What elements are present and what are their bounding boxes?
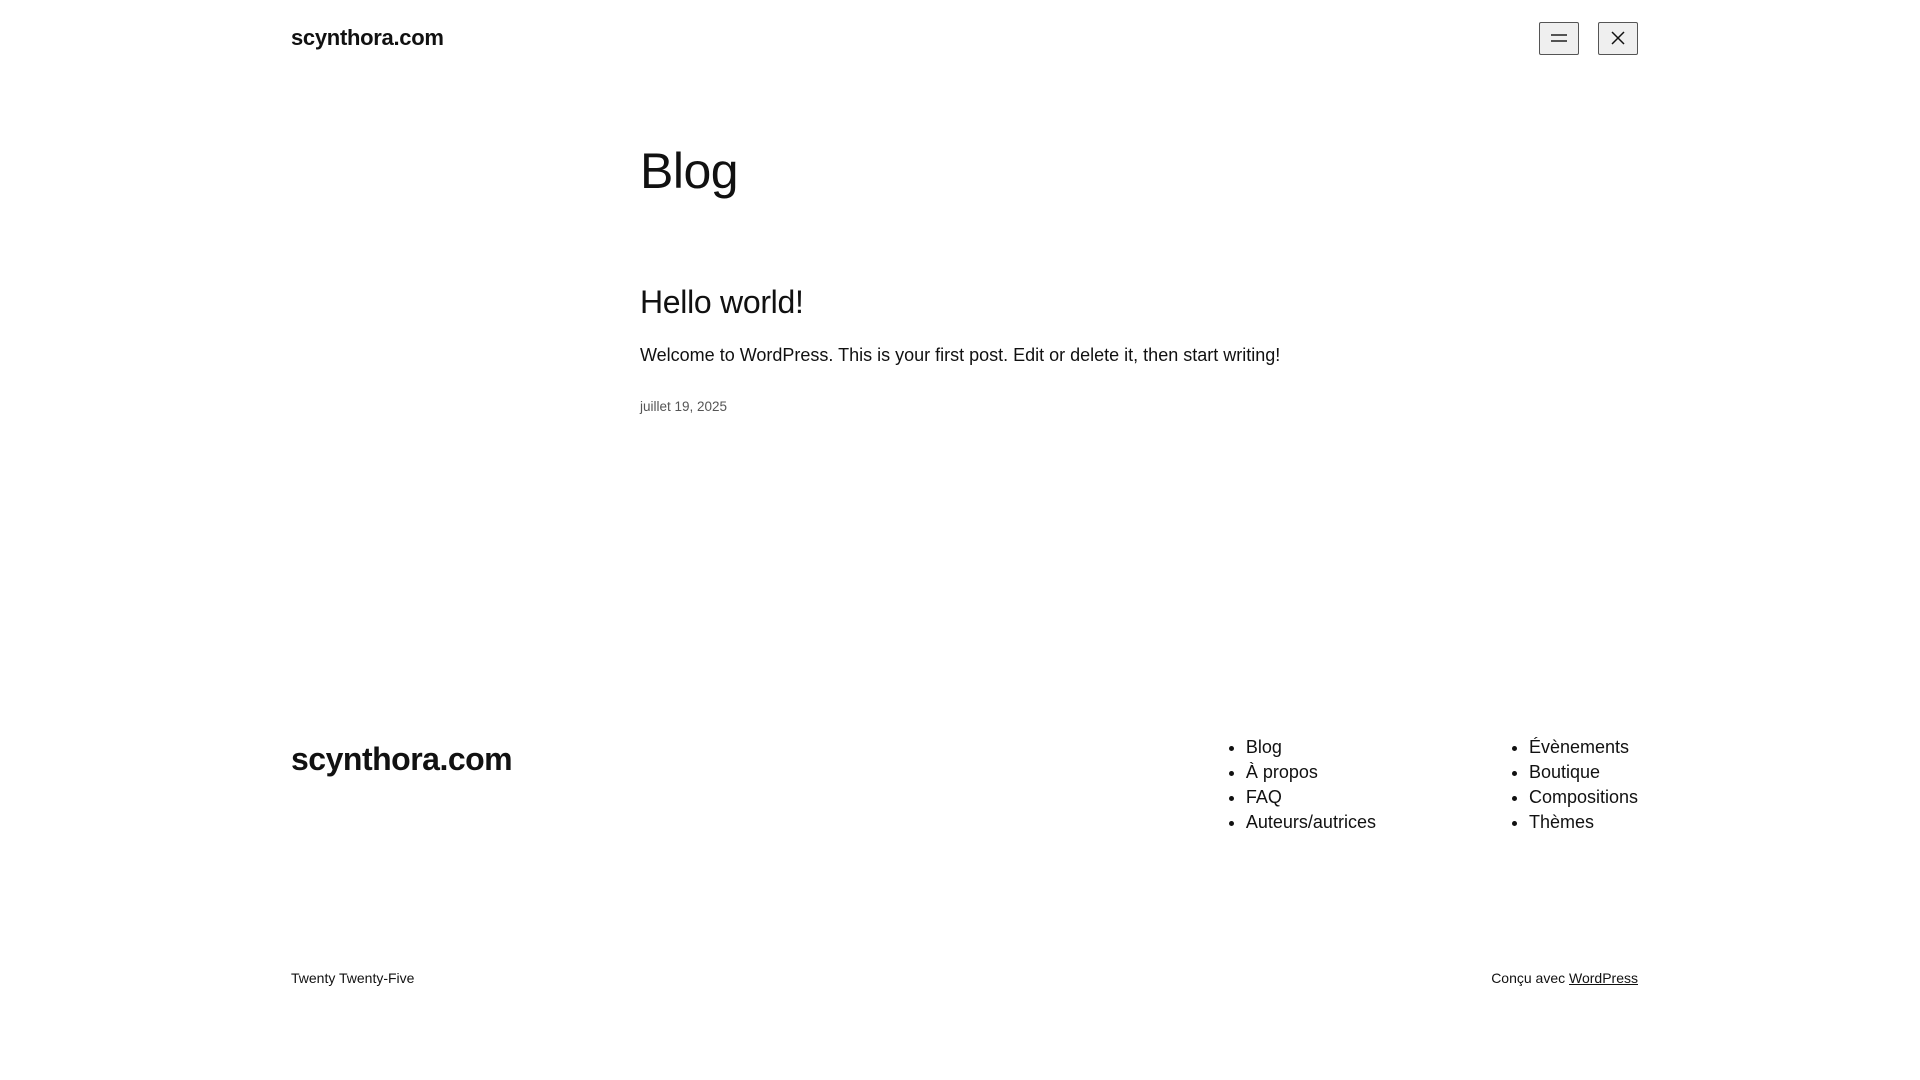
post-title-link[interactable]: Hello world! <box>640 282 1340 322</box>
page-title: Blog <box>640 143 739 199</box>
footer-navs: Blog À propos FAQ Auteurs/autrices Évène… <box>1228 735 1638 835</box>
footer-link-blog[interactable]: Blog <box>1246 737 1282 757</box>
header-controls <box>1539 21 1638 55</box>
footer-nav-item: Évènements <box>1529 735 1638 760</box>
footer-nav-item: Compositions <box>1529 785 1638 810</box>
close-menu-button[interactable] <box>1598 21 1638 55</box>
footer-nav-item: Thèmes <box>1529 810 1638 835</box>
main-content: Blog Hello world! Welcome to WordPress. … <box>640 140 1340 416</box>
footer-top: scynthora.com Blog À propos FAQ Auteurs/… <box>291 735 1638 835</box>
footer-nav-item: FAQ <box>1246 785 1376 810</box>
footer-link-faq[interactable]: FAQ <box>1246 787 1282 807</box>
site-header: scynthora.com <box>291 18 1638 58</box>
footer-nav-primary: Blog À propos FAQ Auteurs/autrices <box>1228 735 1376 835</box>
footer-site-title[interactable]: scynthora.com <box>291 737 513 781</box>
footer-link-a-propos[interactable]: À propos <box>1246 762 1318 782</box>
hamburger-menu-icon <box>1550 33 1568 43</box>
site-title-link[interactable]: scynthora.com <box>291 25 444 51</box>
footer-nav-secondary: Évènements Boutique Compositions Thèmes <box>1511 735 1638 835</box>
post-item: Hello world! Welcome to WordPress. This … <box>640 282 1340 416</box>
page: scynthora.com Blog Hello world! Welcome … <box>0 0 1920 1080</box>
footer-link-evenements[interactable]: Évènements <box>1529 737 1629 757</box>
footer-link-auteurs[interactable]: Auteurs/autrices <box>1246 812 1376 832</box>
footer-link-compositions[interactable]: Compositions <box>1529 787 1638 807</box>
close-icon <box>1610 30 1626 46</box>
footer-link-themes[interactable]: Thèmes <box>1529 812 1594 832</box>
post-date: juillet 19, 2025 <box>640 399 728 414</box>
menu-button[interactable] <box>1539 21 1579 55</box>
post-excerpt: Welcome to WordPress. This is your first… <box>640 345 1281 365</box>
credit-prefix: Conçu avec <box>1491 970 1566 986</box>
footer-nav-item: Auteurs/autrices <box>1246 810 1376 835</box>
wordpress-link[interactable]: WordPress <box>1569 970 1638 986</box>
footer-bottom: Twenty Twenty-Five Conçu avec WordPress <box>291 969 1638 987</box>
footer-nav-item: Blog <box>1246 735 1376 760</box>
footer-nav-item: À propos <box>1246 760 1376 785</box>
credit: Conçu avec WordPress <box>1491 969 1638 987</box>
footer-link-boutique[interactable]: Boutique <box>1529 762 1600 782</box>
footer-nav-item: Boutique <box>1529 760 1638 785</box>
theme-name: Twenty Twenty-Five <box>291 970 415 986</box>
